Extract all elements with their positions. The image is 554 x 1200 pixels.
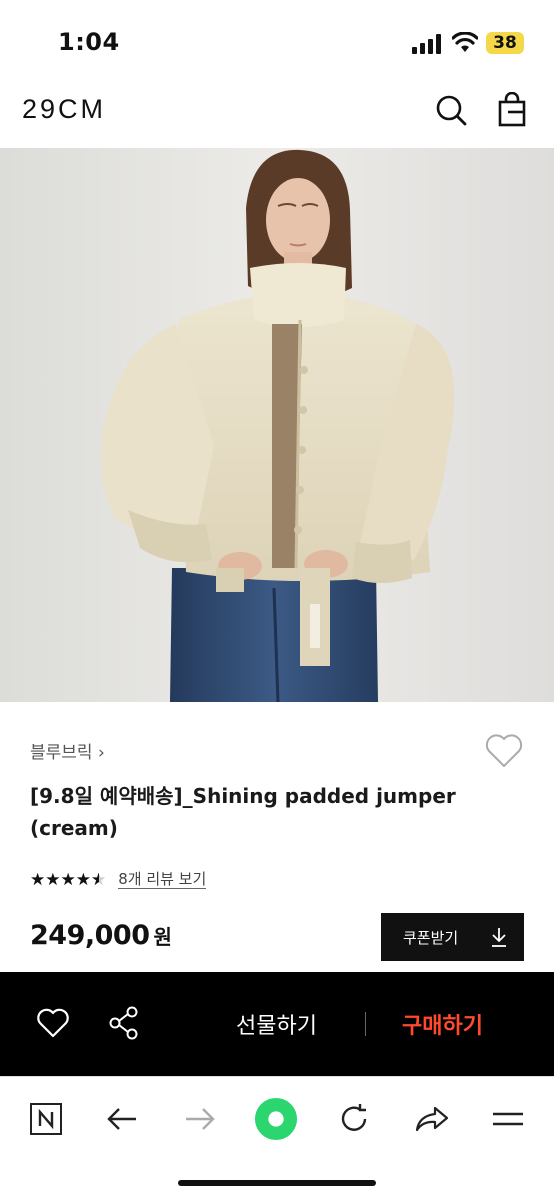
purchase-action-bar: 선물하기 구매하기 — [0, 972, 554, 1076]
share-icon[interactable] — [108, 1006, 140, 1040]
wishlist-heart-icon[interactable] — [484, 732, 524, 770]
signal-icon — [412, 34, 441, 54]
price-unit: 원 — [153, 925, 172, 949]
review-link[interactable]: 8개 리뷰 보기 — [118, 871, 207, 889]
rating-stars: ★★★★★★★★★★ — [30, 870, 107, 890]
share-arrow-icon[interactable] — [410, 1097, 454, 1141]
back-arrow-icon[interactable] — [100, 1097, 144, 1141]
download-icon — [492, 928, 506, 947]
brand-logo[interactable]: 29CM — [22, 94, 106, 125]
product-rating: ★★★★★★★★★★ 8개 리뷰 보기 — [30, 870, 207, 890]
buy-button[interactable]: 구매하기 — [402, 1008, 483, 1040]
product-image[interactable] — [0, 148, 554, 702]
wifi-icon — [452, 32, 478, 52]
shopping-bag-icon[interactable] — [496, 92, 530, 128]
forward-arrow-icon[interactable] — [178, 1097, 222, 1141]
reload-icon[interactable] — [332, 1097, 376, 1141]
brand-link[interactable]: 블루브릭 › — [30, 738, 105, 763]
status-time: 1:04 — [58, 28, 120, 56]
home-indicator — [178, 1180, 376, 1186]
heart-icon[interactable] — [36, 1007, 70, 1039]
price: 249,000 원 — [30, 920, 172, 951]
status-bar: 1:04 38 — [0, 0, 554, 88]
app-header: 29CM — [0, 88, 554, 148]
coupon-label: 쿠폰받기 — [403, 928, 459, 947]
coupon-button[interactable]: 쿠폰받기 — [381, 913, 524, 961]
model-photo — [0, 148, 554, 702]
price-value: 249,000 — [30, 920, 150, 951]
divider — [365, 1012, 366, 1036]
product-title: [9.8일 예약배송]_Shining padded jumper (cream… — [30, 784, 456, 840]
search-icon[interactable] — [434, 92, 468, 128]
naver-n-icon[interactable] — [24, 1097, 68, 1141]
battery-indicator: 38 — [486, 32, 524, 54]
gift-button[interactable]: 선물하기 — [236, 1008, 317, 1040]
menu-icon[interactable] — [486, 1097, 530, 1141]
home-green-icon[interactable] — [254, 1097, 298, 1141]
